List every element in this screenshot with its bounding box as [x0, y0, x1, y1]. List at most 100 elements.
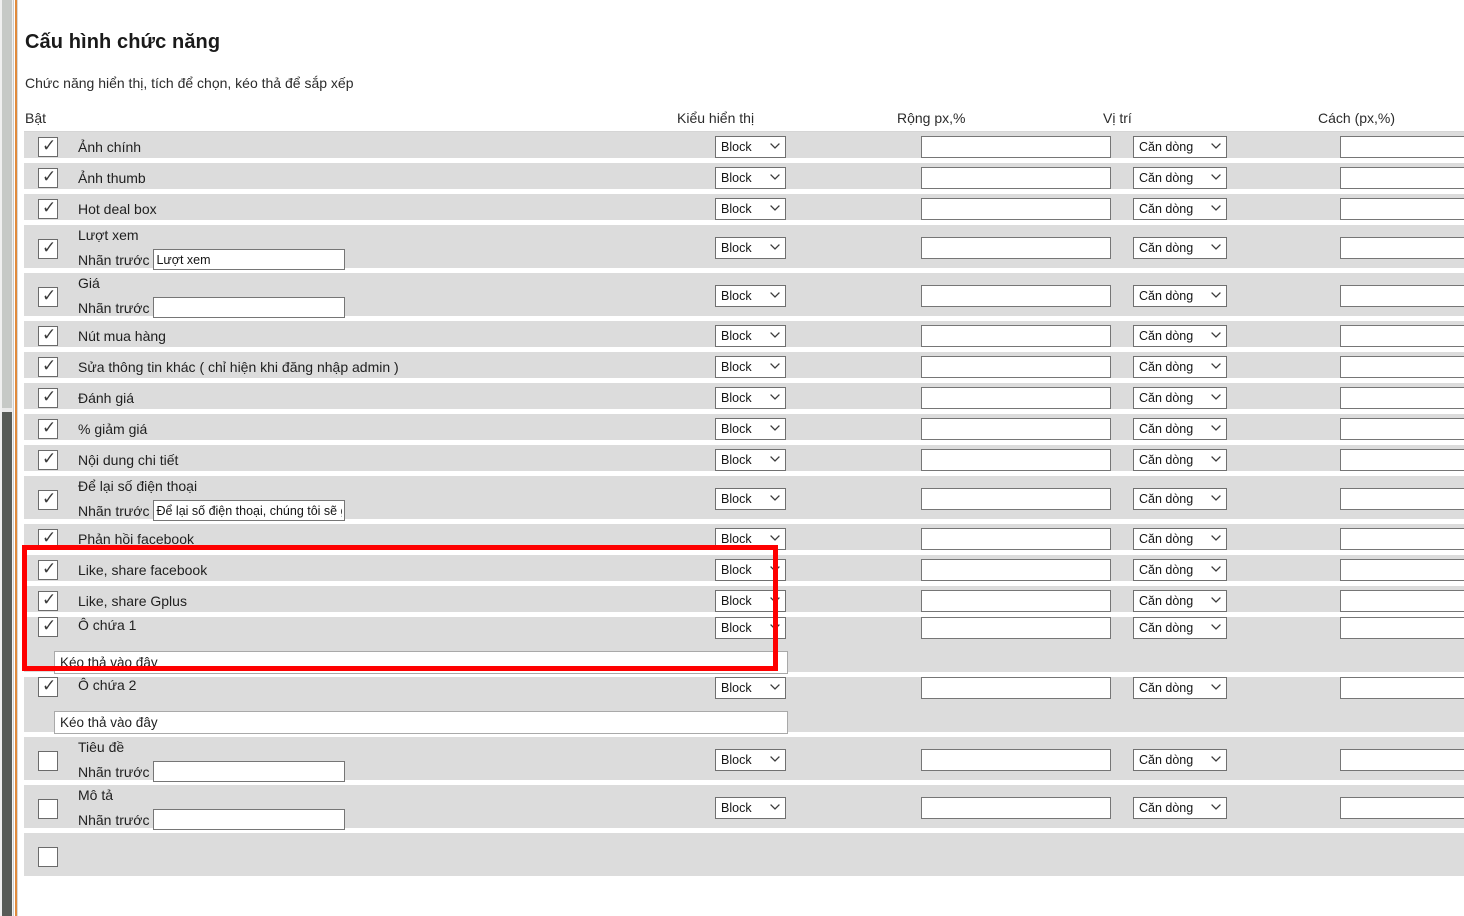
row-enable-checkbox[interactable]: ✓	[38, 387, 58, 408]
display-type-select[interactable]: Block	[715, 356, 786, 378]
position-select[interactable]: Căn dòng	[1133, 677, 1227, 699]
position-select[interactable]: Căn dòng	[1133, 325, 1227, 347]
prefix-input[interactable]	[153, 809, 346, 830]
row-enable-checkbox[interactable]: ✓	[38, 286, 58, 307]
width-input[interactable]	[921, 387, 1111, 409]
width-input[interactable]	[921, 617, 1111, 639]
prefix-input[interactable]	[153, 297, 346, 318]
spacing-input[interactable]	[1340, 677, 1464, 699]
spacing-input[interactable]	[1340, 136, 1464, 158]
display-type-select[interactable]: Block	[715, 677, 786, 699]
width-input[interactable]	[921, 749, 1111, 771]
row-enable-checkbox[interactable]: ✓	[38, 449, 58, 470]
width-input[interactable]	[921, 449, 1111, 471]
prefix-input[interactable]	[153, 761, 346, 782]
row-enable-checkbox[interactable]: ✓	[38, 325, 58, 346]
scrollbar-thumb-upper[interactable]	[2, 0, 12, 408]
width-input[interactable]	[921, 237, 1111, 259]
spacing-input[interactable]	[1340, 325, 1464, 347]
drag-drop-zone[interactable]: Kéo thả vào đây	[54, 711, 788, 734]
spacing-input[interactable]	[1340, 237, 1464, 259]
row-enable-checkbox[interactable]	[38, 847, 58, 867]
spacing-input[interactable]	[1340, 488, 1464, 510]
display-type-select[interactable]: Block	[715, 749, 786, 771]
display-type-select[interactable]: Block	[715, 528, 786, 550]
spacing-input[interactable]	[1340, 356, 1464, 378]
position-select[interactable]: Căn dòng	[1133, 528, 1227, 550]
position-select[interactable]: Căn dòng	[1133, 488, 1227, 510]
spacing-input[interactable]	[1340, 797, 1464, 819]
spacing-input[interactable]	[1340, 749, 1464, 771]
position-select[interactable]: Căn dòng	[1133, 749, 1227, 771]
row-enable-checkbox[interactable]: ✓	[38, 198, 58, 219]
spacing-input[interactable]	[1340, 449, 1464, 471]
width-input[interactable]	[921, 488, 1111, 510]
position-select[interactable]: Căn dòng	[1133, 356, 1227, 378]
position-select[interactable]: Căn dòng	[1133, 590, 1227, 612]
width-input[interactable]	[921, 136, 1111, 158]
display-type-select[interactable]: Block	[715, 590, 786, 612]
row-enable-checkbox[interactable]: ✓	[38, 356, 58, 377]
display-type-select[interactable]: Block	[715, 167, 786, 189]
display-type-select[interactable]: Block	[715, 449, 786, 471]
width-input[interactable]	[921, 167, 1111, 189]
position-select[interactable]: Căn dòng	[1133, 559, 1227, 581]
row-enable-checkbox[interactable]	[38, 799, 58, 819]
spacing-input[interactable]	[1340, 167, 1464, 189]
scrollbar-thumb[interactable]	[2, 412, 12, 916]
row-enable-checkbox[interactable]: ✓	[38, 136, 58, 157]
row-enable-checkbox[interactable]: ✓	[38, 418, 58, 439]
spacing-input[interactable]	[1340, 528, 1464, 550]
position-select[interactable]: Căn dòng	[1133, 167, 1227, 189]
position-select[interactable]: Căn dòng	[1133, 617, 1227, 639]
display-type-select[interactable]: Block	[715, 237, 786, 259]
display-type-select[interactable]: Block	[715, 559, 786, 581]
display-type-select[interactable]: Block	[715, 617, 786, 639]
width-input[interactable]	[921, 356, 1111, 378]
width-input[interactable]	[921, 285, 1111, 307]
display-type-select[interactable]: Block	[715, 325, 786, 347]
spacing-input[interactable]	[1340, 559, 1464, 581]
row-enable-checkbox[interactable]: ✓	[38, 590, 58, 611]
width-input[interactable]	[921, 528, 1111, 550]
width-input[interactable]	[921, 325, 1111, 347]
position-select[interactable]: Căn dòng	[1133, 797, 1227, 819]
width-input[interactable]	[921, 559, 1111, 581]
display-type-select[interactable]: Block	[715, 285, 786, 307]
spacing-input[interactable]	[1340, 418, 1464, 440]
width-input[interactable]	[921, 198, 1111, 220]
position-select[interactable]: Căn dòng	[1133, 285, 1227, 307]
row-enable-checkbox[interactable]: ✓	[38, 528, 58, 549]
width-input[interactable]	[921, 590, 1111, 612]
row-enable-checkbox[interactable]	[38, 751, 58, 771]
display-type-select[interactable]: Block	[715, 488, 786, 510]
spacing-input[interactable]	[1340, 198, 1464, 220]
prefix-input[interactable]	[153, 249, 346, 270]
drag-drop-zone[interactable]: Kéo thả vào đây	[54, 651, 788, 674]
row-enable-checkbox[interactable]: ✓	[38, 489, 58, 510]
position-select[interactable]: Căn dòng	[1133, 136, 1227, 158]
position-select[interactable]: Căn dòng	[1133, 387, 1227, 409]
width-input[interactable]	[921, 797, 1111, 819]
spacing-input[interactable]	[1340, 285, 1464, 307]
display-type-select[interactable]: Block	[715, 418, 786, 440]
window-scrollbar[interactable]	[0, 0, 14, 916]
display-type-select[interactable]: Block	[715, 387, 786, 409]
position-select[interactable]: Căn dòng	[1133, 198, 1227, 220]
spacing-input[interactable]	[1340, 387, 1464, 409]
row-enable-checkbox[interactable]: ✓	[38, 559, 58, 580]
position-select[interactable]: Căn dòng	[1133, 418, 1227, 440]
row-enable-checkbox[interactable]: ✓	[38, 616, 58, 637]
width-input[interactable]	[921, 677, 1111, 699]
row-enable-checkbox[interactable]: ✓	[38, 167, 58, 188]
position-select[interactable]: Căn dòng	[1133, 449, 1227, 471]
spacing-input[interactable]	[1340, 617, 1464, 639]
position-select[interactable]: Căn dòng	[1133, 237, 1227, 259]
display-type-select[interactable]: Block	[715, 797, 786, 819]
spacing-input[interactable]	[1340, 590, 1464, 612]
row-enable-checkbox[interactable]: ✓	[38, 238, 58, 259]
display-type-select[interactable]: Block	[715, 136, 786, 158]
width-input[interactable]	[921, 418, 1111, 440]
row-enable-checkbox[interactable]: ✓	[38, 676, 58, 697]
prefix-input[interactable]	[153, 500, 346, 521]
